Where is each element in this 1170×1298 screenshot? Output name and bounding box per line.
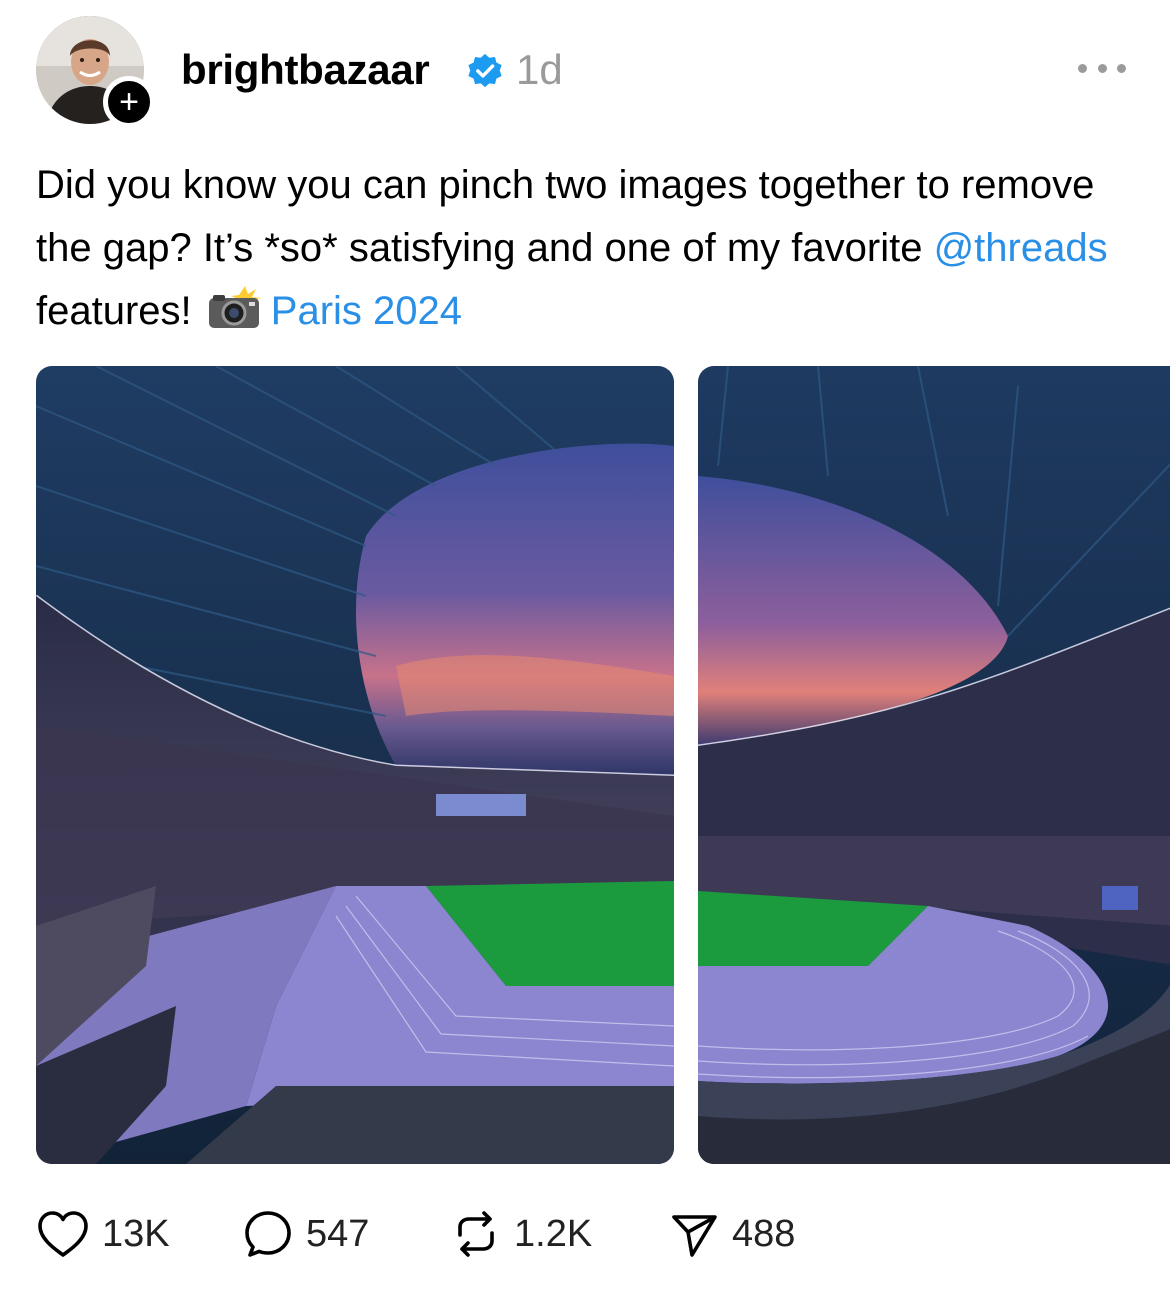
repost-count: 1.2K [514, 1212, 593, 1255]
comment-bubble-icon [245, 1211, 291, 1257]
more-dots-icon [1078, 63, 1087, 73]
reply-count: 547 [306, 1212, 370, 1255]
like-button[interactable]: 13K [36, 1204, 170, 1264]
share-count: 488 [732, 1212, 796, 1255]
repost-icon [458, 1211, 494, 1257]
stadium-photo-2[interactable] [698, 366, 1170, 1164]
caption-text-after: features! [36, 289, 203, 333]
post-caption: Did you know you can pinch two images to… [36, 154, 1146, 343]
mention-link[interactable]: @threads [934, 226, 1108, 270]
stadium-photo-1[interactable] [36, 366, 674, 1164]
username[interactable]: brightbazaar [181, 46, 430, 94]
location-link[interactable]: Paris 2024 [271, 289, 462, 333]
reply-button[interactable]: 547 [242, 1204, 369, 1264]
like-count: 13K [102, 1212, 170, 1255]
repost-button[interactable]: 1.2K [450, 1204, 592, 1264]
heart-icon [38, 1211, 88, 1257]
share-button[interactable]: 488 [668, 1204, 795, 1264]
plus-icon: + [119, 83, 139, 121]
post-time: 1d [516, 46, 563, 93]
verified-badge-icon [468, 53, 502, 88]
camera-flash-emoji [208, 286, 261, 328]
follow-button[interactable]: + [103, 76, 155, 128]
thread-post: + brightbazaar 1d Did you know you can p… [0, 0, 1170, 1298]
more-options-button[interactable] [1078, 56, 1126, 80]
send-icon [672, 1215, 717, 1257]
